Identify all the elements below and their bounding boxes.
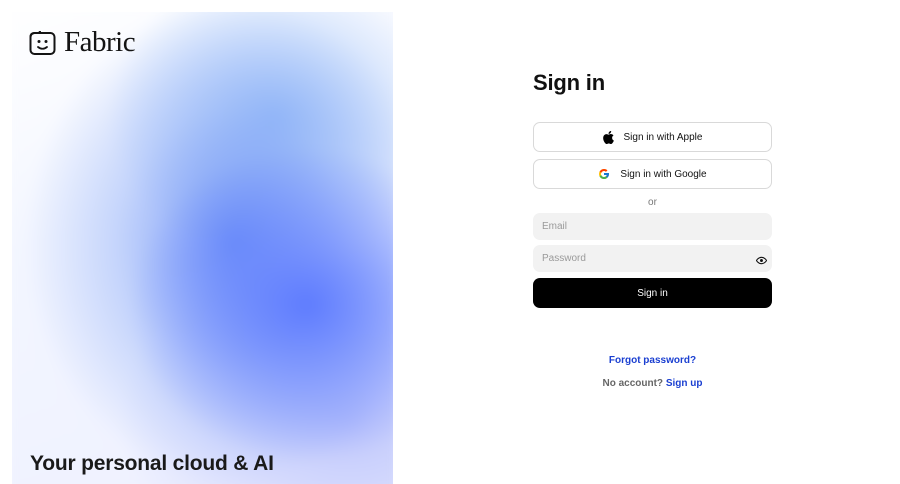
- password-field[interactable]: [533, 245, 772, 272]
- brand-name: Fabric: [64, 26, 136, 58]
- smiley-face-icon: [29, 30, 56, 56]
- apple-button-label: Sign in with Apple: [623, 131, 703, 143]
- hero-panel: Fabric Your personal cloud & AI: [12, 12, 393, 484]
- hero-gradient: [12, 12, 393, 484]
- signin-panel: Sign in Sign in with Apple Sign in with …: [533, 70, 772, 389]
- sign-in-button[interactable]: Sign in: [533, 278, 772, 308]
- brand-logo[interactable]: Fabric: [29, 26, 136, 58]
- sign-up-link[interactable]: Sign up: [666, 378, 703, 389]
- password-input[interactable]: [542, 253, 763, 264]
- sign-in-with-apple-button[interactable]: Sign in with Apple: [533, 122, 772, 152]
- eye-icon[interactable]: [755, 253, 768, 265]
- or-divider: or: [648, 197, 657, 208]
- signup-row: No account? Sign up: [533, 378, 772, 389]
- forgot-password-row: Forgot password?: [533, 355, 772, 366]
- no-account-text: No account?: [602, 378, 664, 389]
- apple-icon: [602, 130, 614, 144]
- hero-tagline: Your personal cloud & AI: [30, 452, 274, 475]
- email-field[interactable]: [533, 213, 772, 240]
- sign-in-with-google-button[interactable]: Sign in with Google: [533, 159, 772, 189]
- email-input[interactable]: [542, 221, 763, 232]
- google-icon: [598, 168, 610, 180]
- forgot-password-link[interactable]: Forgot password?: [609, 355, 696, 366]
- page-title: Sign in: [533, 70, 605, 95]
- google-button-label: Sign in with Google: [620, 168, 707, 180]
